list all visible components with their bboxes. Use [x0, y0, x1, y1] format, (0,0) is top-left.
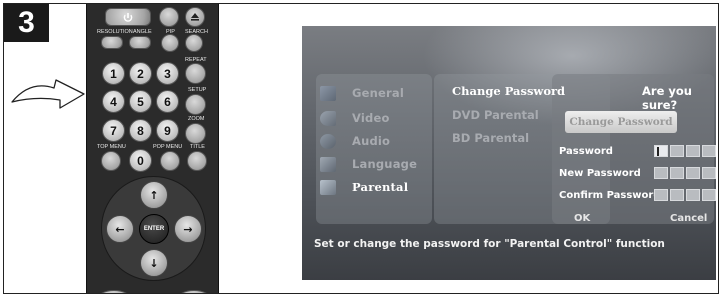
new-password-input[interactable]	[654, 167, 716, 179]
pop-menu-button[interactable]	[160, 151, 180, 171]
power-icon	[123, 13, 133, 22]
number-key-4[interactable]: 4	[102, 90, 125, 113]
zoom-label: ZOOM	[188, 116, 205, 122]
change-password-button[interactable]: Change Password	[565, 111, 677, 133]
number-key-7[interactable]: 7	[102, 119, 125, 142]
password-digit-4[interactable]	[702, 145, 716, 157]
top-menu-label: TOP MENU	[97, 144, 126, 150]
title-label: TITLE	[190, 144, 205, 150]
help-text: Set or change the password for "Parental…	[314, 238, 665, 250]
submenu-dvd-parental[interactable]: DVD Parental	[452, 108, 539, 122]
search-button[interactable]	[185, 34, 203, 52]
pointer-arrow-icon	[11, 79, 85, 109]
menu-item-general[interactable]: General	[320, 82, 404, 104]
eject-icon	[191, 13, 199, 21]
left-arrow-icon: ←	[115, 223, 125, 236]
menu-item-parental[interactable]: Parental	[320, 176, 408, 198]
ok-button[interactable]: OK	[574, 213, 590, 224]
new-password-digit-4[interactable]	[702, 167, 716, 179]
up-arrow-icon: ↑	[149, 189, 159, 202]
menu-item-video[interactable]: Video	[320, 107, 390, 129]
angle-button[interactable]	[129, 36, 151, 49]
number-key-0[interactable]: 0	[129, 149, 152, 172]
pop-menu-label: POP MENU	[153, 144, 183, 150]
new-password-digit-3[interactable]	[686, 167, 700, 179]
remote-control: RESOLUTION ANGLE PIP SEARCH REPEAT 1 2 3…	[86, 4, 219, 293]
confirm-password-digit-2[interactable]	[670, 189, 684, 201]
confirm-password-label: Confirm Password	[559, 190, 661, 201]
blank-button-top[interactable]	[159, 7, 179, 27]
zoom-button[interactable]	[185, 123, 206, 144]
password-digit-1[interactable]	[654, 145, 668, 157]
step-number-badge: 3	[4, 4, 49, 42]
eject-button[interactable]	[185, 7, 205, 27]
top-menu-button[interactable]	[101, 151, 121, 171]
confirm-password-input[interactable]	[654, 189, 716, 201]
general-icon	[320, 85, 336, 101]
menu-item-audio[interactable]: Audio	[320, 130, 390, 152]
setup-button[interactable]	[185, 94, 206, 115]
bottom-button-left[interactable]	[97, 290, 131, 293]
language-icon	[320, 156, 336, 172]
confirm-password-digit-1[interactable]	[654, 189, 668, 201]
parental-icon	[320, 179, 336, 195]
dialog-title: Are you sure?	[642, 84, 692, 112]
setup-label: SETUP	[188, 87, 207, 93]
menu-item-label: Audio	[352, 134, 391, 148]
menu-item-label: General	[352, 86, 404, 100]
number-key-1[interactable]: 1	[102, 62, 125, 85]
resolution-button[interactable]	[101, 36, 123, 49]
resolution-label: RESOLUTION	[97, 29, 133, 35]
password-digit-3[interactable]	[686, 145, 700, 157]
bottom-button-right[interactable]	[177, 290, 211, 293]
password-input[interactable]	[654, 145, 716, 157]
menu-item-label: Video	[352, 111, 390, 125]
submenu-bd-parental[interactable]: BD Parental	[452, 131, 529, 145]
menu-item-language[interactable]: Language	[320, 153, 417, 175]
title-button[interactable]	[187, 151, 207, 171]
menu-item-label: Language	[352, 157, 418, 171]
power-button[interactable]	[105, 8, 151, 26]
confirm-password-digit-3[interactable]	[686, 189, 700, 201]
confirm-password-digit-4[interactable]	[702, 189, 716, 201]
new-password-digit-1[interactable]	[654, 167, 668, 179]
audio-icon	[320, 133, 336, 149]
number-key-5[interactable]: 5	[129, 90, 152, 113]
pip-button[interactable]	[161, 34, 179, 52]
menu-item-label: Parental	[352, 180, 409, 194]
video-icon	[320, 110, 336, 126]
submenu-change-password[interactable]: Change Password	[452, 84, 565, 98]
number-key-6[interactable]: 6	[156, 90, 179, 113]
number-key-3[interactable]: 3	[156, 62, 179, 85]
number-key-2[interactable]: 2	[129, 62, 152, 85]
angle-label: ANGLE	[133, 29, 152, 35]
up-arrow-button[interactable]: ↑	[140, 181, 168, 209]
number-key-8[interactable]: 8	[129, 119, 152, 142]
password-label: Password	[559, 146, 613, 157]
number-key-9[interactable]: 9	[156, 119, 179, 142]
instruction-panel: 3 RESOLUTION ANGLE PIP SEARCH REPEAT 1 2…	[3, 3, 719, 294]
down-arrow-icon: ↓	[149, 257, 159, 270]
cancel-button[interactable]: Cancel	[670, 213, 707, 224]
password-digit-2[interactable]	[670, 145, 684, 157]
left-arrow-button[interactable]: ←	[106, 215, 134, 243]
enter-button[interactable]: ENTER	[139, 214, 169, 244]
right-arrow-icon: →	[183, 223, 193, 236]
tv-setup-screen: General Video Audio Language Parental Ch…	[302, 26, 716, 280]
new-password-digit-2[interactable]	[670, 167, 684, 179]
new-password-label: New Password	[559, 168, 641, 179]
right-arrow-button[interactable]: →	[174, 215, 202, 243]
down-arrow-button[interactable]: ↓	[140, 249, 168, 277]
repeat-button[interactable]	[185, 63, 206, 84]
